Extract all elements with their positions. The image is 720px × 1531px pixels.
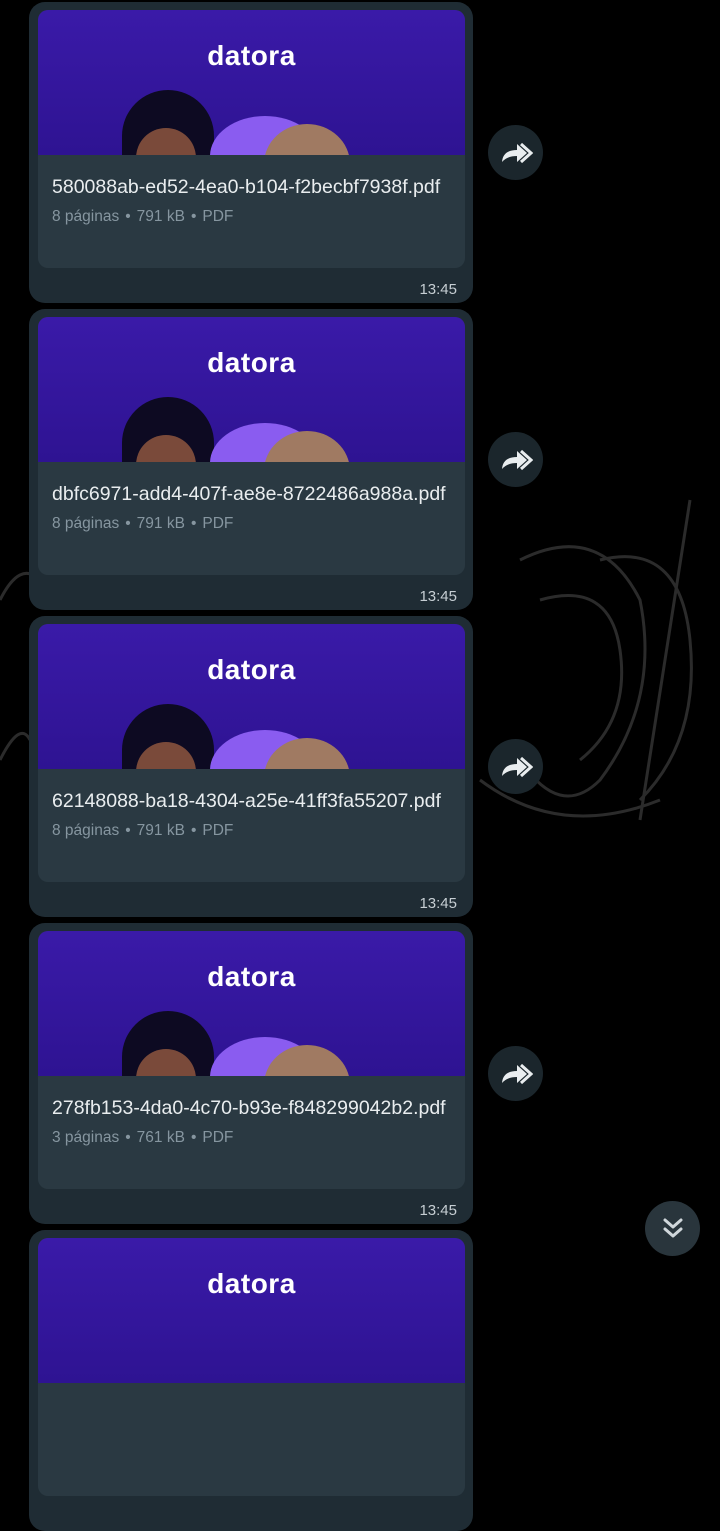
page-count: 8 páginas — [52, 208, 120, 225]
page-count: 3 páginas — [52, 1129, 120, 1146]
document-preview: datora — [38, 10, 465, 155]
document-preview: datora — [38, 317, 465, 462]
forward-icon — [501, 142, 533, 163]
datora-logo: datora — [207, 654, 296, 685]
separator: • — [190, 515, 197, 532]
file-type: PDF — [202, 822, 234, 839]
file-name: 278fb153-4da0-4c70-b93e-f848299042b2.pdf — [52, 1097, 446, 1119]
forward-icon — [501, 1063, 533, 1084]
separator: • — [125, 1129, 131, 1146]
file-size: 791 kB — [136, 208, 185, 225]
page-count: 8 páginas — [52, 822, 120, 839]
document-message[interactable]: datora 580088ab-ed52-4ea0-b104-f2becbf79… — [29, 2, 473, 303]
document-preview: datora — [38, 1238, 465, 1383]
document-card[interactable]: datora 278fb153-4da0-4c70-b93e-f84829904… — [38, 931, 465, 1189]
forward-button[interactable] — [488, 739, 543, 794]
chevron-double-down-icon — [663, 1218, 682, 1237]
forward-icon — [501, 756, 533, 777]
message-time: 13:45 — [419, 895, 457, 912]
datora-logo: datora — [207, 40, 296, 71]
datora-logo: datora — [207, 961, 296, 992]
file-name: 62148088-ba18-4304-a25e-41ff3fa55207.pdf — [52, 790, 441, 812]
file-type: PDF — [202, 515, 234, 532]
forward-button[interactable] — [488, 125, 543, 180]
scroll-to-bottom-button[interactable] — [645, 1201, 700, 1256]
document-message[interactable]: datora 62148088-ba18-4304-a25e-41ff3fa55… — [29, 616, 473, 917]
document-preview: datora — [38, 624, 465, 769]
datora-logo: datora — [207, 347, 296, 378]
separator: • — [125, 822, 131, 839]
file-name: 580088ab-ed52-4ea0-b104-f2becbf7938f.pdf — [52, 176, 441, 198]
document-message[interactable]: datora — [29, 1230, 473, 1531]
document-message[interactable]: datora dbfc6971-add4-407f-ae8e-8722486a9… — [29, 309, 473, 610]
file-type: PDF — [202, 1129, 234, 1146]
document-preview: datora — [38, 931, 465, 1076]
page-count: 8 páginas — [52, 515, 120, 532]
forward-button[interactable] — [488, 432, 543, 487]
separator: • — [125, 515, 131, 532]
separator: • — [190, 822, 197, 839]
file-size: 791 kB — [136, 515, 185, 532]
document-card[interactable]: datora 62148088-ba18-4304-a25e-41ff3fa55… — [38, 624, 465, 882]
document-card[interactable]: datora 580088ab-ed52-4ea0-b104-f2becbf79… — [38, 10, 465, 268]
file-meta: 8 páginas • 791 kB • PDF — [52, 208, 452, 226]
file-meta: 8 páginas • 791 kB • PDF — [52, 822, 452, 840]
message-time: 13:45 — [419, 588, 457, 605]
file-size: 761 kB — [136, 1129, 185, 1146]
separator: • — [190, 208, 197, 225]
message-time: 13:45 — [419, 1202, 457, 1219]
separator: • — [125, 208, 131, 225]
file-size: 791 kB — [136, 822, 185, 839]
message-time: 13:45 — [419, 281, 457, 298]
document-message[interactable]: datora 278fb153-4da0-4c70-b93e-f84829904… — [29, 923, 473, 1224]
forward-button[interactable] — [488, 1046, 543, 1101]
document-card[interactable]: datora — [38, 1238, 465, 1496]
file-meta: 3 páginas • 761 kB • PDF — [52, 1129, 452, 1147]
file-meta: 8 páginas • 791 kB • PDF — [52, 515, 452, 533]
separator: • — [190, 1129, 197, 1146]
forward-icon — [501, 449, 533, 470]
document-card[interactable]: datora dbfc6971-add4-407f-ae8e-8722486a9… — [38, 317, 465, 575]
file-type: PDF — [202, 208, 234, 225]
file-name: dbfc6971-add4-407f-ae8e-8722486a988a.pdf — [52, 483, 446, 505]
datora-logo: datora — [207, 1268, 296, 1299]
